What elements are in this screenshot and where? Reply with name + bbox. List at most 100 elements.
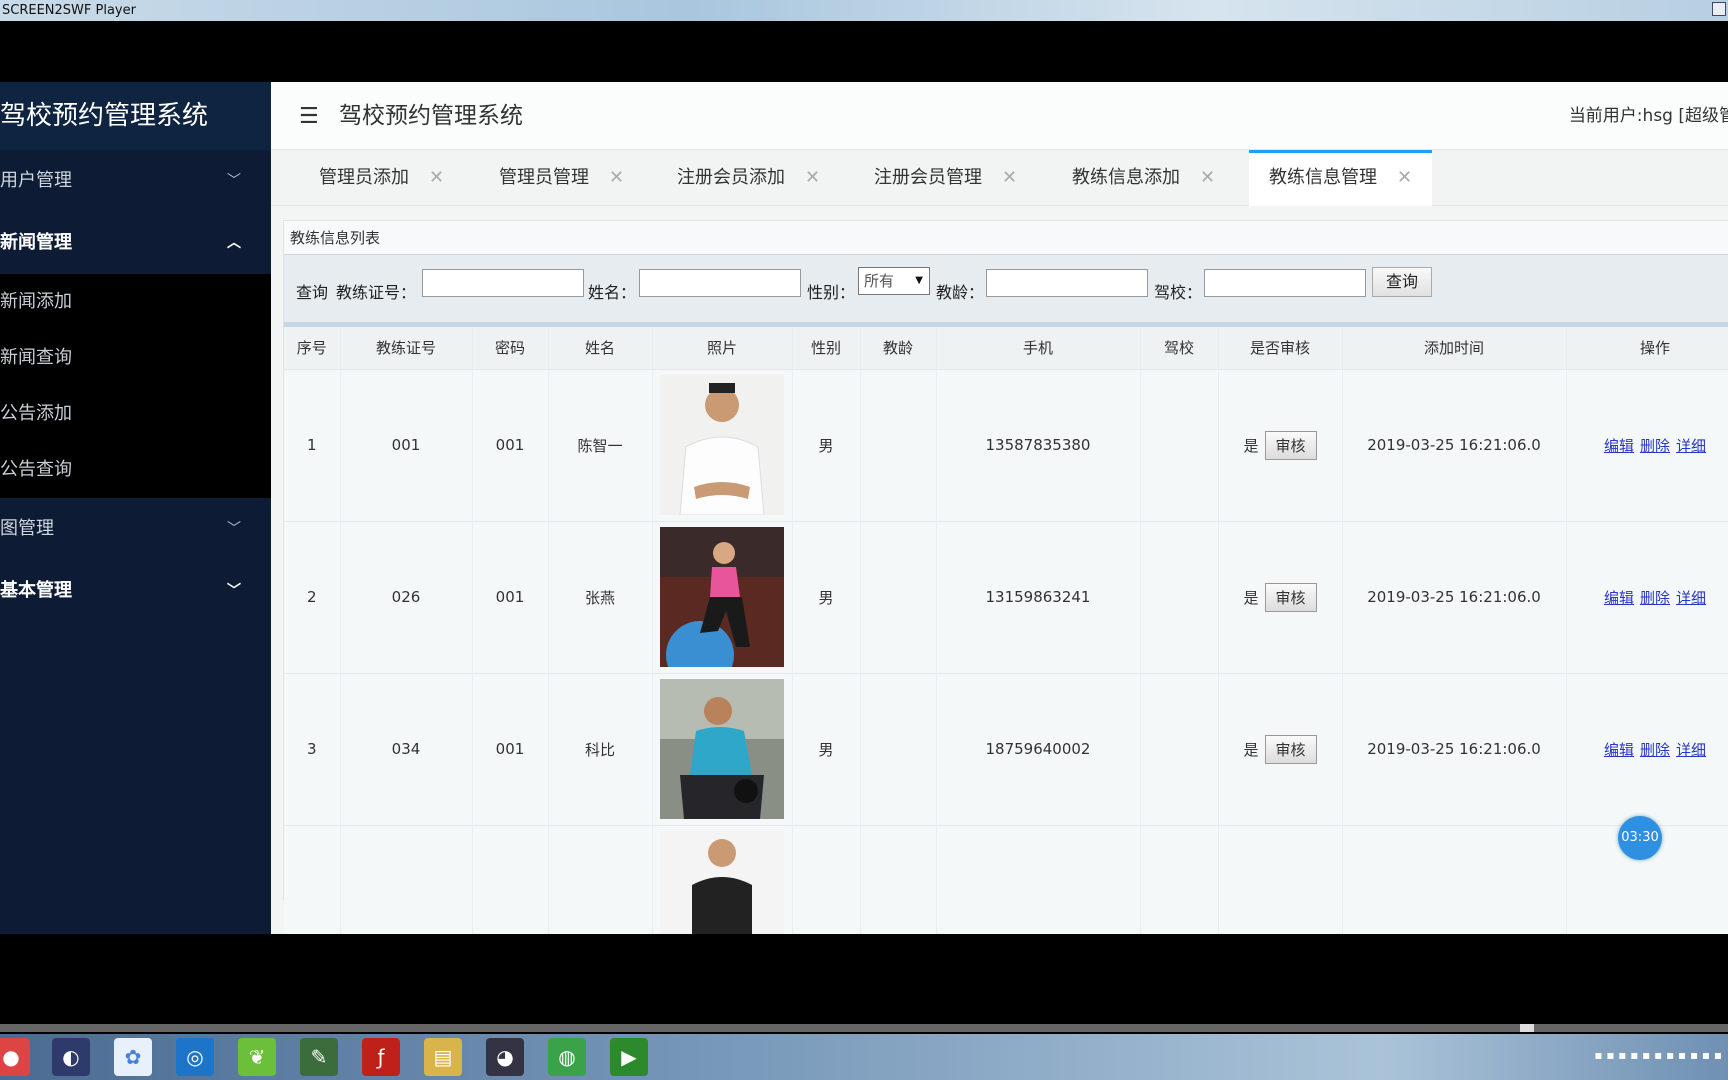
chevron-down-icon: ﹀ [227, 521, 241, 537]
col-header: 姓名 [548, 327, 653, 369]
col-header: 操作 [1566, 327, 1728, 369]
sidebar-brand: 驾校预约管理系统 [0, 82, 271, 150]
col-header: 序号 [284, 327, 341, 369]
cell-time: 2019-03-25 16:21:06.0 [1342, 368, 1567, 521]
window-title: SCREEN2SWF Player [2, 3, 136, 18]
review-button[interactable]: 审核 [1264, 430, 1317, 460]
edit-link[interactable]: 编辑 [1604, 437, 1634, 455]
folder-icon[interactable]: ▤ [424, 1038, 462, 1076]
tab-coach-manage[interactable]: 教练信息管理 ✕ [1249, 150, 1433, 206]
app-screen: 驾校预约管理系统 用户管理 ﹀ 新闻管理 ︿ 新闻添加 新闻查询 公告添加 公告… [0, 82, 1728, 934]
tab-coach-add[interactable]: 教练信息添加 ✕ [1072, 150, 1215, 206]
chrome-icon[interactable]: ● [0, 1038, 30, 1076]
detail-link[interactable]: 详细 [1676, 437, 1706, 455]
qq-icon[interactable]: ◕ [486, 1038, 524, 1076]
approved-value: 是 [1243, 740, 1259, 759]
close-icon[interactable]: ✕ [1397, 167, 1412, 188]
screen-recorder-icon[interactable]: ▶ [610, 1038, 648, 1076]
submenu-item-notice-query[interactable]: 公告查询 [0, 442, 271, 498]
search-button[interactable]: 查询 [1372, 267, 1432, 297]
panel-title: 教练信息列表 [284, 221, 1728, 255]
submenu-item-news-add[interactable]: 新闻添加 [0, 274, 271, 330]
search-bar: 查询 教练证号： 姓名： 性别： 所有 ▼ 教龄： 驾校： 查询 [284, 255, 1728, 327]
delete-link[interactable]: 删除 [1640, 437, 1670, 455]
detail-link[interactable]: 详细 [1676, 741, 1706, 759]
tab-label: 教练信息管理 [1269, 167, 1377, 188]
restore-button[interactable] [1712, 2, 1726, 16]
col-header: 照片 [652, 327, 793, 369]
player-progress-bar[interactable] [0, 1024, 1728, 1032]
table-row: 1 001 001 陈智一 男 13587835380 是 审核 2019-03… [284, 368, 1728, 521]
sidebar-item-basic-management[interactable]: 基本管理 ﹀ [0, 560, 271, 622]
edit-link[interactable]: 编辑 [1604, 741, 1634, 759]
progress-knob[interactable] [1520, 1024, 1534, 1032]
tab-member-manage[interactable]: 注册会员管理 ✕ [874, 150, 1017, 206]
edit-link[interactable]: 编辑 [1604, 589, 1634, 607]
name-label: 姓名： [588, 283, 637, 302]
wechat-icon[interactable]: ◍ [548, 1038, 586, 1076]
table-row: 2 026 001 张燕 男 13159863241 是 审核 2019-03-… [284, 520, 1728, 673]
gender-select[interactable]: 所有 ▼ [858, 267, 930, 295]
close-icon[interactable]: ✕ [429, 167, 444, 188]
school-label: 驾校： [1154, 283, 1203, 302]
app-icon[interactable]: ✿ [114, 1038, 152, 1076]
detail-link[interactable]: 详细 [1676, 589, 1706, 607]
submenu-item-notice-add[interactable]: 公告添加 [0, 386, 271, 442]
license-input[interactable] [422, 269, 584, 297]
system-tray[interactable]: ▪ ▪ ▪ ▪ ▪ ▪ ▪ ▪ ▪ ▪ ▪ [1594, 1048, 1722, 1062]
cell-name: 陈智一 [548, 368, 653, 521]
sidebar-item-user-management[interactable]: 用户管理 ﹀ [0, 150, 271, 212]
cell-photo [652, 520, 793, 673]
delete-link[interactable]: 删除 [1640, 589, 1670, 607]
tab-member-add[interactable]: 注册会员添加 ✕ [677, 150, 820, 206]
license-label: 教练证号： [336, 283, 417, 302]
col-header: 密码 [472, 327, 549, 369]
sidebar: 驾校预约管理系统 用户管理 ﹀ 新闻管理 ︿ 新闻添加 新闻查询 公告添加 公告… [0, 82, 271, 934]
col-header: 添加时间 [1342, 327, 1567, 369]
cell-gender: 男 [792, 368, 861, 521]
sidebar-item-image-management[interactable]: 图管理 ﹀ [0, 498, 271, 560]
eclipse-icon[interactable]: ◐ [52, 1038, 90, 1076]
review-button[interactable]: 审核 [1264, 734, 1317, 764]
school-input[interactable] [1204, 269, 1366, 297]
close-icon[interactable]: ✕ [609, 167, 624, 188]
cell-photo [652, 824, 793, 934]
delete-link[interactable]: 删除 [1640, 741, 1670, 759]
cell-no: 2 [284, 520, 341, 673]
cell-phone: 13587835380 [936, 368, 1141, 521]
col-header: 教龄 [860, 327, 937, 369]
leaf-app-icon[interactable]: ❦ [238, 1038, 276, 1076]
col-header: 教练证号 [340, 327, 473, 369]
cell-gender: 男 [792, 520, 861, 673]
chevron-down-icon: ﹀ [227, 583, 241, 599]
flash-icon[interactable]: ƒ [362, 1038, 400, 1076]
submenu-item-news-query[interactable]: 新闻查询 [0, 330, 271, 386]
tab-admin-manage[interactable]: 管理员管理 ✕ [499, 150, 624, 206]
sidebar-item-news-management[interactable]: 新闻管理 ︿ [0, 212, 271, 274]
cell-ops: 编辑 删除 详细 [1566, 672, 1728, 825]
cell-approved: 是审核 [1218, 368, 1343, 521]
sidebar-item-label: 新闻管理 [0, 232, 72, 253]
browser-icon[interactable]: ◎ [176, 1038, 214, 1076]
tab-admin-add[interactable]: 管理员添加 ✕ [319, 150, 444, 206]
close-icon[interactable]: ✕ [805, 167, 820, 188]
cell-license: 001 [340, 368, 473, 521]
col-header: 驾校 [1140, 327, 1219, 369]
cell-gender: 男 [792, 672, 861, 825]
approved-value: 是 [1243, 436, 1259, 455]
name-input[interactable] [639, 269, 801, 297]
cell-age [860, 672, 937, 825]
cell-school [1140, 368, 1219, 521]
notepad-icon[interactable]: ✎ [300, 1038, 338, 1076]
sidebar-item-label: 用户管理 [0, 170, 72, 191]
menu-toggle-icon[interactable]: ☰ [299, 104, 319, 129]
close-icon[interactable]: ✕ [1200, 167, 1215, 188]
cell-name: 张燕 [548, 520, 653, 673]
dropdown-arrow-icon: ▼ [915, 275, 923, 286]
close-icon[interactable]: ✕ [1002, 167, 1017, 188]
coach-photo [660, 831, 784, 934]
coach-photo [660, 375, 784, 515]
age-input[interactable] [986, 269, 1148, 297]
tab-label: 注册会员管理 [874, 167, 982, 188]
review-button[interactable]: 审核 [1264, 582, 1317, 612]
